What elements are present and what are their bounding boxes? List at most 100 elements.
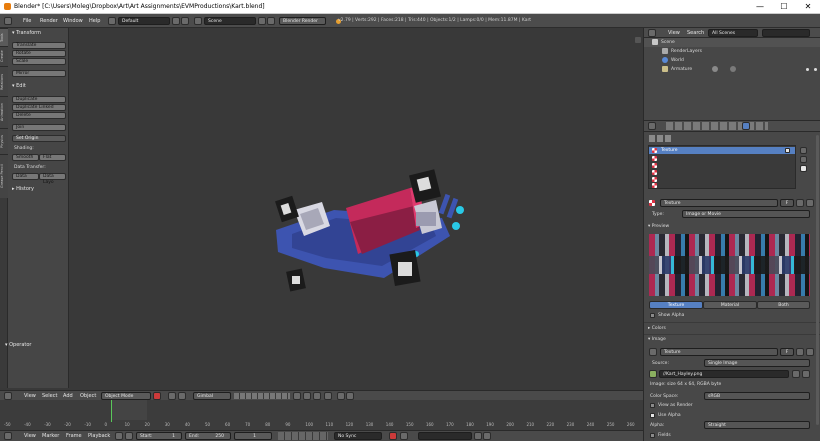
render-camera-icon[interactable] bbox=[814, 68, 817, 71]
color-space-select[interactable]: sRGB bbox=[704, 392, 810, 400]
slot-move-up-icon[interactable] bbox=[800, 147, 807, 154]
join-button[interactable]: Join bbox=[12, 124, 66, 131]
mirror-button[interactable]: Mirror bbox=[12, 70, 66, 77]
keying-set-icon[interactable] bbox=[400, 432, 408, 440]
interaction-mode-select[interactable]: Object Mode bbox=[101, 392, 151, 400]
outliner-search-field[interactable] bbox=[762, 29, 810, 37]
menu-render[interactable]: Render bbox=[40, 18, 58, 24]
file-browse-icon[interactable] bbox=[792, 370, 800, 378]
panel-header-transform[interactable]: ▾ Transform bbox=[12, 30, 41, 36]
manipulator-icon[interactable] bbox=[178, 392, 186, 400]
view-as-render-checkbox[interactable] bbox=[650, 403, 655, 408]
outliner-row-renderlayers[interactable]: RenderLayers bbox=[644, 47, 820, 56]
alpha-mode-select[interactable]: Straight bbox=[704, 421, 810, 429]
delete-keyframe-icon[interactable] bbox=[483, 432, 491, 440]
screen-layout-field[interactable]: Default bbox=[118, 17, 170, 25]
lock-range-icon[interactable] bbox=[125, 432, 133, 440]
reload-icon[interactable] bbox=[802, 370, 810, 378]
snap-icon[interactable] bbox=[313, 392, 321, 400]
smooth-button[interactable]: Smooth bbox=[12, 154, 39, 161]
screen-layout-icon[interactable] bbox=[108, 17, 116, 25]
translate-button[interactable]: Translate bbox=[12, 42, 66, 49]
panel-header-operator[interactable]: ▾ Operator bbox=[5, 342, 32, 348]
menu-window[interactable]: Window bbox=[63, 18, 83, 24]
delete-button[interactable]: Delete bbox=[12, 112, 66, 119]
3d-viewport[interactable] bbox=[69, 28, 643, 390]
kart-model[interactable] bbox=[264, 168, 479, 303]
menu-timeline-view[interactable]: View bbox=[24, 433, 36, 439]
scene-icon[interactable] bbox=[194, 17, 202, 25]
viewport-shading-icon[interactable] bbox=[153, 392, 161, 400]
fields-checkbox[interactable] bbox=[650, 433, 655, 438]
texture-slot-5-icon[interactable] bbox=[652, 177, 657, 182]
record-keyframe-icon[interactable] bbox=[389, 432, 397, 440]
texture-slot-4-icon[interactable] bbox=[652, 170, 657, 175]
image-unlink-icon[interactable] bbox=[806, 348, 814, 356]
remove-layout-button[interactable] bbox=[181, 17, 189, 25]
playback-controls[interactable] bbox=[278, 432, 328, 440]
texture-slot-6-icon[interactable] bbox=[652, 183, 657, 188]
tab-texture[interactable]: Texture bbox=[649, 301, 703, 309]
fake-user-button[interactable]: F bbox=[780, 199, 794, 207]
sync-mode-select[interactable]: No Sync bbox=[334, 432, 382, 440]
set-origin-button[interactable]: Set Origin bbox=[12, 135, 66, 142]
duplicate-linked-button[interactable]: Duplicate Linked bbox=[12, 104, 66, 111]
new-texture-icon[interactable] bbox=[796, 199, 804, 207]
minimize-button[interactable]: — bbox=[748, 1, 772, 13]
texture-context-tab[interactable] bbox=[742, 122, 750, 130]
texture-slot-3-icon[interactable] bbox=[652, 163, 657, 168]
outliner-row-armature[interactable]: Armature bbox=[644, 65, 820, 74]
slot-specials-icon[interactable] bbox=[800, 165, 807, 172]
image-browse-icon[interactable] bbox=[649, 348, 657, 356]
tab-animation[interactable]: Animation bbox=[0, 96, 8, 128]
tab-relations[interactable]: Relations bbox=[0, 66, 8, 96]
outliner-menu-view[interactable]: View bbox=[668, 30, 680, 36]
panel-header-image[interactable]: ▾ Image bbox=[648, 337, 666, 342]
panel-header-history[interactable]: ▸ History bbox=[12, 186, 34, 192]
panel-header-preview[interactable]: ▾ Preview bbox=[648, 224, 669, 229]
slot-move-down-icon[interactable] bbox=[800, 156, 807, 163]
timeline-editor[interactable]: -50 -40 -30 -20 -10 0 10 20 30 40 50 60 70 80 90 100 110… bbox=[0, 400, 643, 430]
panel-header-edit[interactable]: ▾ Edit bbox=[12, 83, 26, 89]
menu-object[interactable]: Object bbox=[80, 393, 96, 399]
tab-material[interactable]: Material bbox=[703, 301, 757, 309]
add-layout-button[interactable] bbox=[172, 17, 180, 25]
insert-keyframe-icon[interactable] bbox=[474, 432, 482, 440]
outliner-row-world[interactable]: World bbox=[644, 56, 820, 65]
image-name-field[interactable]: Texture bbox=[660, 348, 778, 356]
visibility-eye-icon[interactable] bbox=[806, 68, 809, 71]
outliner-display-mode[interactable]: All Scenes bbox=[708, 29, 758, 37]
armature-data-icon[interactable] bbox=[730, 66, 736, 72]
show-alpha-checkbox[interactable] bbox=[650, 313, 655, 318]
add-scene-button[interactable] bbox=[258, 17, 266, 25]
unlink-texture-icon[interactable] bbox=[806, 199, 814, 207]
snap-target-icon[interactable] bbox=[324, 392, 332, 400]
scene-field[interactable]: Scene bbox=[204, 17, 256, 25]
tab-both[interactable]: Both bbox=[757, 301, 810, 309]
rotate-button[interactable]: Rotate bbox=[12, 50, 66, 57]
properties-editor-icon[interactable] bbox=[648, 122, 656, 130]
proportional-edit-icon[interactable] bbox=[303, 392, 311, 400]
current-frame-field[interactable]: 1 bbox=[234, 432, 272, 440]
use-alpha-checkbox[interactable] bbox=[650, 413, 655, 418]
image-filepath-field[interactable]: //Kart_Hayley.png bbox=[659, 370, 789, 378]
tab-physics[interactable]: Physics bbox=[0, 128, 8, 154]
timeline-editor-icon[interactable] bbox=[4, 432, 12, 440]
current-frame-line[interactable] bbox=[111, 400, 112, 422]
maximize-button[interactable]: ☐ bbox=[772, 1, 796, 13]
properties-scrollbar[interactable] bbox=[816, 135, 819, 425]
data-button[interactable]: Data bbox=[12, 173, 39, 180]
outliner-row-scene[interactable]: Scene bbox=[644, 38, 820, 47]
end-frame-field[interactable]: End: 250 bbox=[185, 432, 231, 440]
layer-buttons[interactable] bbox=[234, 393, 290, 399]
close-button[interactable]: ✕ bbox=[796, 1, 820, 13]
menu-select[interactable]: Select bbox=[42, 393, 57, 399]
lock-icon[interactable] bbox=[293, 392, 301, 400]
menu-file[interactable]: File bbox=[23, 18, 31, 24]
pivot-icon[interactable] bbox=[168, 392, 176, 400]
outliner-editor-icon[interactable] bbox=[648, 29, 656, 37]
texture-name-field[interactable]: Texture bbox=[660, 199, 778, 207]
texture-context-switch[interactable] bbox=[649, 135, 671, 142]
pose-icon[interactable] bbox=[712, 66, 718, 72]
texture-slot-selected[interactable]: Texture bbox=[649, 147, 795, 154]
